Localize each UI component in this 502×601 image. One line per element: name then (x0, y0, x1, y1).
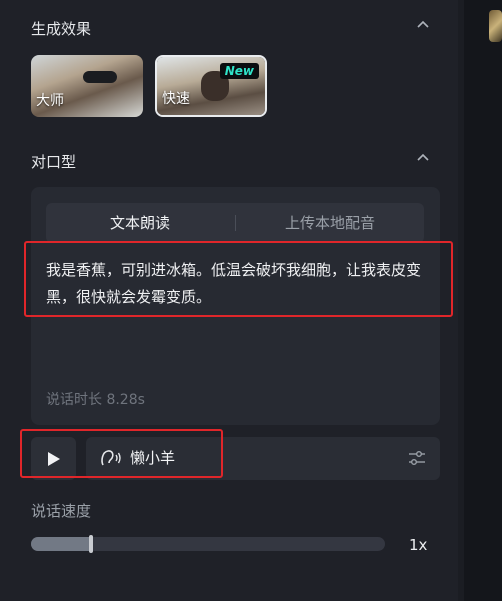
effect-option-label: 大师 (36, 93, 64, 109)
chevron-up-icon[interactable] (416, 151, 430, 165)
speed-label: 说话速度 (31, 502, 92, 520)
effect-option-master[interactable]: 大师 (31, 55, 143, 117)
effect-option-label: 快速 (162, 91, 190, 107)
chevron-up-icon[interactable] (416, 18, 430, 32)
tab-upload-local-audio[interactable]: 上传本地配音 (236, 203, 424, 243)
speed-slider-fill (31, 537, 91, 551)
settings-sliders-icon[interactable] (408, 450, 426, 470)
preview-thumbnail[interactable] (489, 10, 502, 42)
tab-text-reading[interactable]: 文本朗读 (46, 203, 234, 243)
highlight-box-script (24, 241, 453, 317)
effect-section-title: 生成效果 (31, 20, 92, 38)
speed-slider[interactable] (31, 535, 385, 553)
speed-value: 1x (409, 536, 428, 554)
lipsync-section-title: 对口型 (31, 153, 77, 171)
right-preview-strip (464, 0, 502, 601)
new-badge: New (219, 63, 259, 79)
speech-duration: 说话时长 8.28s (46, 392, 145, 408)
highlight-box-voice (20, 429, 223, 478)
effect-option-fast[interactable]: New 快速 (155, 55, 267, 117)
input-mode-tabs: 文本朗读 上传本地配音 (46, 203, 424, 243)
goggles-graphic (83, 71, 117, 83)
speed-slider-handle[interactable] (89, 535, 93, 553)
